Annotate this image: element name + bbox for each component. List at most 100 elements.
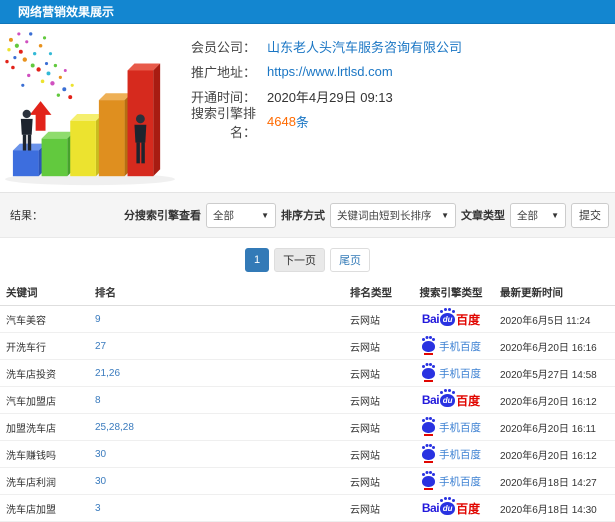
mobile-baidu-logo: 手机百度: [405, 414, 497, 440]
keyword-cell: 洗车店利润: [6, 477, 56, 489]
rank-type-cell: 云网站: [350, 477, 380, 489]
mobile-baidu-text: 手机百度: [439, 421, 481, 434]
chevron-down-icon: ▼: [261, 210, 269, 220]
company-label: 会员公司：: [190, 40, 256, 55]
rank-type-cell: 云网站: [350, 504, 380, 516]
header-rank-type: 排名类型: [350, 287, 392, 299]
rank-link[interactable]: 25,28,28: [95, 414, 215, 440]
rank-type-cell: 云网站: [350, 396, 380, 408]
article-type-select[interactable]: 全部 ▼: [510, 202, 566, 228]
engine-filter-label: 分搜索引擎查看: [124, 210, 201, 222]
baidu-paw-icon: du: [440, 498, 456, 515]
next-page-button[interactable]: 下一页: [274, 248, 326, 272]
rank-type-cell: 云网站: [350, 369, 380, 381]
table-row: 洗车赚钱吗 30 云网站 手机百度 2020年6月20日 16:12: [0, 441, 615, 468]
rank-type-cell: 云网站: [350, 315, 380, 327]
table-body: 汽车美容 9 云网站 Bai du 百度 2020年6月5日 11:24 开洗车行 27 云网站手…: [0, 306, 615, 522]
rank-count-label: 搜索引擎排名：: [190, 105, 256, 140]
mobile-baidu-paw-icon: [422, 445, 435, 463]
keyword-cell: 汽车美容: [6, 315, 46, 327]
baidu-bai-text: Bai: [421, 312, 440, 326]
rank-link[interactable]: 30: [95, 441, 215, 467]
baidu-logo: Bai du 百度: [405, 495, 497, 521]
rank-link[interactable]: 9: [95, 306, 215, 332]
time-cell: 2020年6月20日 16:12: [500, 396, 597, 408]
mobile-baidu-logo: 手机百度: [405, 333, 497, 359]
confetti-dots: [5, 32, 74, 100]
time-cell: 2020年6月20日 16:11: [500, 423, 596, 435]
baidu-cn-text: 百度: [456, 501, 481, 516]
rank-type-cell: 云网站: [350, 342, 380, 354]
mobile-baidu-paw-icon: [422, 472, 435, 490]
result-label: 结果：: [10, 210, 43, 222]
header-keyword: 关键词: [6, 287, 38, 299]
filter-group: 分搜索引擎查看 全部 ▼ 排序方式 关键词由短到长排序 ▼ 文章类型 全部 ▼ …: [124, 202, 609, 228]
mobile-baidu-text: 手机百度: [439, 448, 481, 461]
rank-link[interactable]: 27: [95, 333, 215, 359]
submit-button[interactable]: 提交: [571, 202, 609, 228]
table-row: 汽车美容 9 云网站 Bai du 百度 2020年6月5日 11:24: [0, 306, 615, 333]
growth-chart-illustration: [5, 32, 175, 186]
promo-url-label: 推广地址：: [190, 65, 256, 80]
page-title: 网络营销效果展示: [18, 5, 115, 19]
mobile-baidu-paw-icon: [422, 337, 435, 355]
sort-filter-label: 排序方式: [281, 210, 325, 222]
keyword-cell: 加盟洗车店: [6, 423, 56, 435]
mobile-baidu-paw-icon: [422, 364, 435, 382]
app-header: 网络营销效果展示: [0, 0, 615, 24]
keyword-rank-table: 关键词 排名 排名类型 搜索引擎类型 最新更新时间 汽车美容 9 云网站 Bai du 百…: [0, 280, 615, 522]
rank-link[interactable]: 21,26: [95, 360, 215, 386]
rank-link[interactable]: 30: [95, 468, 215, 494]
mobile-baidu-logo: 手机百度: [405, 441, 497, 467]
keyword-cell: 洗车店投资: [6, 369, 56, 381]
open-time-value: 2020年4月29日 09:13: [267, 90, 393, 105]
company-name-link[interactable]: 山东老人头汽车服务咨询有限公司: [267, 37, 462, 56]
rank-type-cell: 云网站: [350, 450, 380, 462]
time-cell: 2020年5月27日 14:58: [500, 369, 597, 381]
keyword-cell: 开洗车行: [6, 342, 46, 354]
mobile-baidu-logo: 手机百度: [405, 360, 497, 386]
promo-url-link[interactable]: https://www.lrtlsd.com: [267, 64, 393, 79]
table-row: 洗车店加盟 3 云网站 Bai du 百度 2020年6月18日 14:30: [0, 495, 615, 522]
article-type-select-value: 全部: [517, 209, 538, 222]
baidu-bai-text: Bai: [421, 393, 440, 407]
header-update-time: 最新更新时间: [500, 287, 563, 299]
mobile-baidu-logo: 手机百度: [405, 468, 497, 494]
table-header-row: 关键词 排名 排名类型 搜索引擎类型 最新更新时间: [0, 280, 615, 306]
engine-select-value: 全部: [213, 209, 234, 222]
engine-select[interactable]: 全部 ▼: [206, 202, 276, 228]
rank-link[interactable]: 3: [95, 495, 215, 521]
table-row: 洗车店投资 21,26 云网站 手机百度 2020年5月27日 14:58: [0, 360, 615, 387]
page-1-button[interactable]: 1: [244, 248, 270, 272]
time-cell: 2020年6月18日 14:27: [500, 477, 597, 489]
filter-bar: 结果： 分搜索引擎查看 全部 ▼ 排序方式 关键词由短到长排序 ▼ 文章类型 全…: [0, 192, 615, 238]
baidu-logo: Bai du 百度: [405, 387, 497, 413]
keyword-cell: 汽车加盟店: [6, 396, 56, 408]
table-row: 开洗车行 27 云网站 手机百度 2020年6月20日 16:16: [0, 333, 615, 360]
mobile-baidu-paw-icon: [422, 418, 435, 436]
rank-type-cell: 云网站: [350, 423, 380, 435]
header-engine-type: 搜索引擎类型: [419, 287, 483, 299]
chevron-down-icon: ▼: [551, 210, 559, 220]
summary-panel: 会员公司： 山东老人头汽车服务咨询有限公司 推广地址： https://www.…: [0, 24, 615, 192]
table-row: 洗车店利润 30 云网站 手机百度 2020年6月18日 14:27: [0, 468, 615, 495]
baidu-cn-text: 百度: [456, 393, 481, 408]
baidu-cn-text: 百度: [456, 312, 481, 327]
type-filter-label: 文章类型: [461, 210, 505, 222]
mobile-baidu-text: 手机百度: [439, 475, 481, 488]
keyword-cell: 洗车赚钱吗: [6, 450, 56, 462]
info-row-rank-count: 搜索引擎排名： 4648 条: [168, 106, 598, 140]
rank-link[interactable]: 8: [95, 387, 215, 413]
rank-count-unit: 条: [295, 115, 309, 130]
pagination: 1 下一页 尾页: [0, 246, 615, 274]
table-row: 汽车加盟店 8 云网站 Bai du 百度 2020年6月20日 16:12: [0, 387, 615, 414]
last-page-button[interactable]: 尾页: [330, 248, 371, 272]
baidu-logo: Bai du 百度: [405, 306, 497, 332]
header-rank: 排名: [95, 287, 116, 299]
time-cell: 2020年6月5日 11:24: [500, 315, 591, 327]
sort-select[interactable]: 关键词由短到长排序 ▼: [330, 202, 456, 228]
time-cell: 2020年6月20日 16:12: [500, 450, 597, 462]
mobile-baidu-text: 手机百度: [439, 340, 481, 353]
mobile-baidu-text: 手机百度: [439, 367, 481, 380]
baidu-bai-text: Bai: [421, 501, 440, 515]
